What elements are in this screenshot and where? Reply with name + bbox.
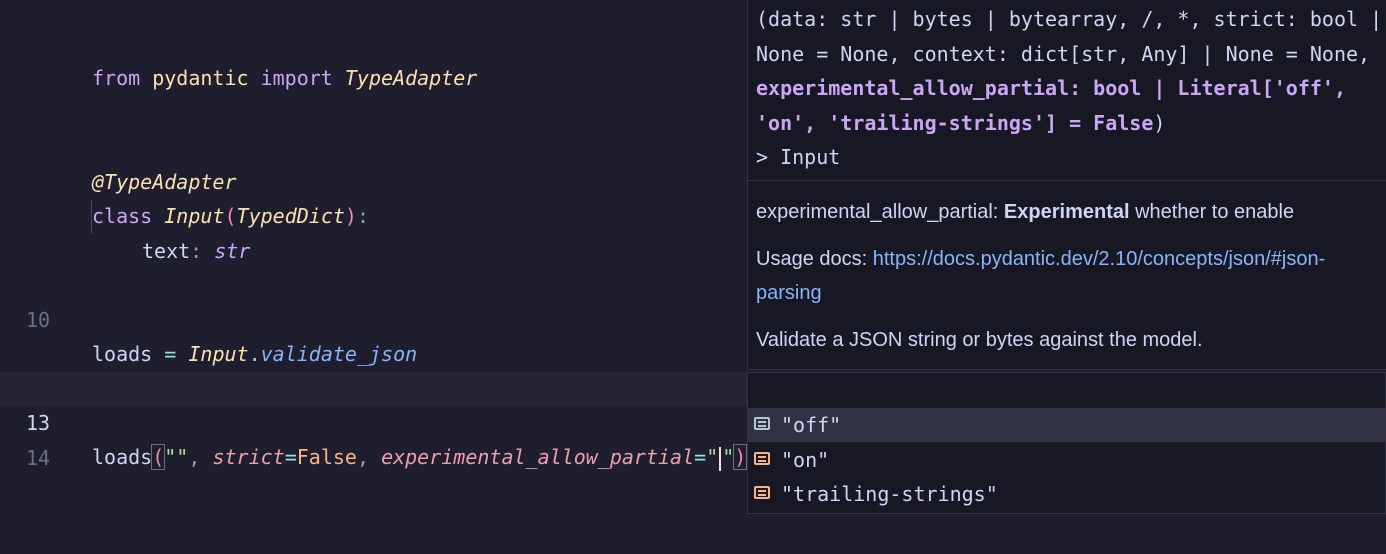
keyword-from: from — [92, 66, 141, 90]
completion-menu[interactable]: "off" "on" "trailing-strings" — [747, 372, 1386, 514]
text-value-icon — [754, 486, 770, 499]
equals: = — [694, 445, 707, 469]
summary-doc: Validate a JSON string or bytes against … — [756, 329, 1203, 351]
module-name: pydantic — [152, 66, 249, 90]
field-type: str — [214, 239, 251, 263]
text-value-icon — [754, 417, 770, 430]
param-doc-desc: whether to enable — [1135, 201, 1295, 223]
completion-item-trailing-strings[interactable]: "trailing-strings" — [748, 477, 1385, 511]
field-name: text — [142, 239, 191, 263]
completion-label: "on" — [781, 448, 830, 472]
text-value-icon — [754, 452, 770, 465]
signature-pre: (data: str | bytes | bytearray, /, *, st… — [756, 7, 1383, 66]
string-arg: "" — [164, 445, 189, 469]
line-number: 14 — [26, 446, 51, 470]
object-name: Input — [188, 342, 249, 366]
signature-help-popup[interactable]: (data: str | bytes | bytearray, /, *, st… — [747, 0, 1386, 370]
bool-value: False — [296, 445, 357, 469]
completion-item-on[interactable]: "on" — [748, 443, 1385, 477]
completion-label: "trailing-strings" — [781, 482, 998, 506]
paren-open: ( — [151, 444, 166, 470]
completion-label: "off" — [781, 413, 842, 437]
param-doc-emphasis: Experimental — [1003, 201, 1130, 223]
keyword-import: import — [260, 66, 333, 90]
paren-close: ) — [733, 444, 748, 470]
quote-open: " — [706, 445, 719, 469]
imported-name: TypeAdapter — [344, 66, 478, 90]
method-name: validate_json — [260, 342, 418, 366]
quote-close: " — [722, 445, 735, 469]
signature-text: (data: str | bytes | bytearray, /, *, st… — [756, 2, 1386, 175]
keyword-arg-strict: strict — [212, 445, 285, 469]
usage-docs: Usage docs: https://docs.pydantic.dev/2.… — [756, 242, 1376, 310]
popup-divider — [748, 180, 1386, 181]
keyword-arg-partial: experimental_allow_partial — [381, 445, 695, 469]
param-doc-name: experimental_allow_partial: — [756, 201, 999, 223]
colon: : — [190, 239, 203, 263]
text-cursor — [719, 446, 722, 471]
assign-op: = — [164, 342, 177, 366]
equals: = — [284, 445, 297, 469]
param-doc: experimental_allow_partial: Experimental… — [756, 195, 1376, 229]
variable-loads: loads — [92, 342, 153, 366]
completion-item-off[interactable]: "off" — [748, 408, 1385, 442]
comma: , — [188, 445, 201, 469]
function-call: loads — [92, 445, 153, 469]
signature-active-param: experimental_allow_partial: bool | Liter… — [756, 76, 1359, 135]
comma: , — [356, 445, 370, 469]
usage-docs-label: Usage docs: — [756, 248, 868, 270]
dot: . — [248, 342, 261, 366]
